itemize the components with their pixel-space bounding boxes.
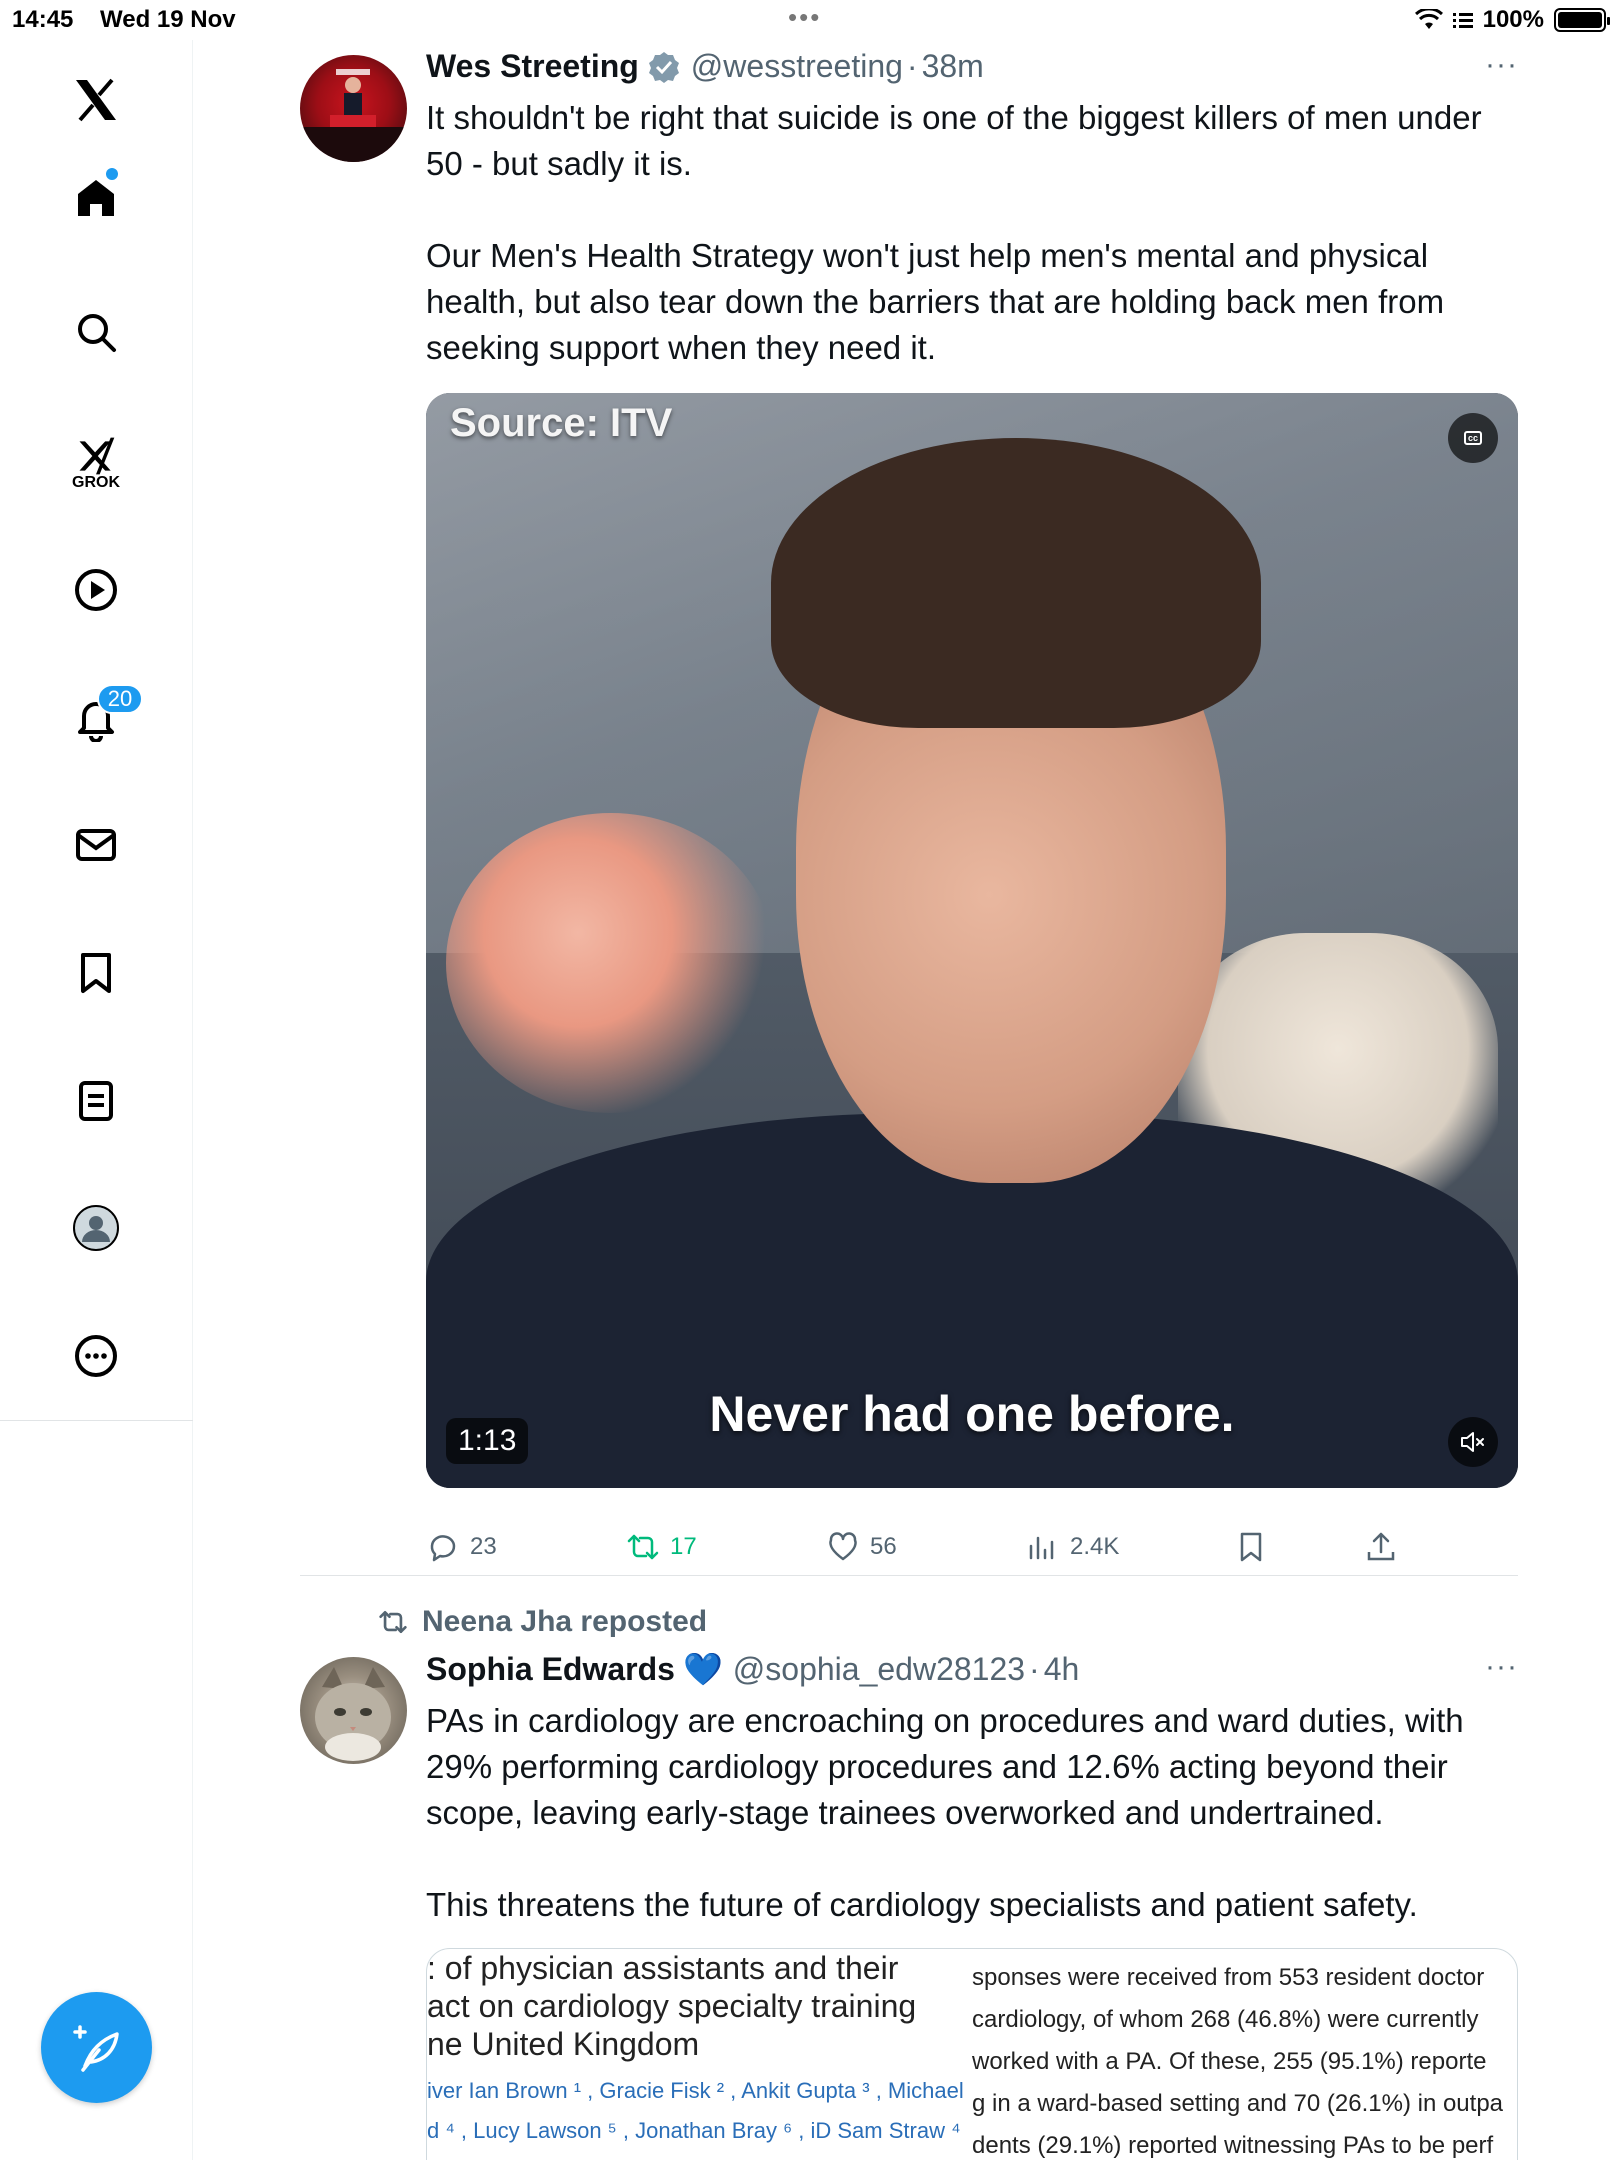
cc-icon: cc <box>1463 431 1482 445</box>
repost-button[interactable]: 17 <box>626 1530 697 1564</box>
sidebar-item-notifications[interactable]: 20 <box>56 678 143 758</box>
blue-heart-emoji: 💙 <box>682 1651 723 1687</box>
paper-abstract: sponses were received from 553 resident … <box>972 1964 1504 2159</box>
paper-image-left: : of physician assistants and their act … <box>427 1949 967 2160</box>
sidebar-nav: GROK 20 <box>0 40 193 2160</box>
sidebar-item-more[interactable] <box>56 1316 136 1396</box>
verified-badge-icon <box>648 51 679 83</box>
author-handle[interactable]: @wesstreeting <box>691 48 903 85</box>
reply-icon <box>430 1535 456 1562</box>
grok-label: GROK <box>72 474 120 491</box>
grok-icon <box>79 437 115 475</box>
search-icon <box>78 314 116 352</box>
status-indicators: 100% <box>1414 6 1610 34</box>
list-icon <box>79 1081 113 1121</box>
sidebar-item-explore[interactable] <box>56 292 136 372</box>
avatar[interactable] <box>300 55 407 162</box>
tweet-body: PAs in cardiology are encroaching on pro… <box>426 1702 1464 1923</box>
sidebar-item-grok[interactable]: GROK <box>56 423 136 503</box>
closed-captions-button[interactable]: cc <box>1448 413 1498 463</box>
status-date: Wed 19 Nov <box>100 6 236 33</box>
battery-percent: 100% <box>1482 6 1544 33</box>
heart-icon <box>829 1532 857 1561</box>
tweet-more-icon[interactable]: ··· <box>1485 1650 1518 1684</box>
tweet-text: PAs in cardiology are encroaching on pro… <box>426 1698 1518 1928</box>
play-icon <box>75 569 117 611</box>
video-scene-flowers <box>446 813 776 1113</box>
avatar[interactable] <box>300 1657 407 1764</box>
avatar-image <box>300 69 407 162</box>
repost-icon <box>627 1534 659 1560</box>
author-handle[interactable]: @sophia_edw28123 <box>733 1651 1025 1688</box>
separator-dot: · <box>1029 1650 1040 1687</box>
orientation-lock-icon <box>1452 13 1473 28</box>
sidebar-item-lists[interactable] <box>56 1061 136 1141</box>
avatar-cat-image <box>315 1667 391 1761</box>
author-name[interactable]: Sophia Edwards <box>426 1651 675 1688</box>
wifi-icon <box>1414 9 1443 29</box>
repost-count: 17 <box>670 1533 697 1560</box>
compose-feather-icon <box>72 2024 119 2072</box>
paper-image-right: sponses were received from 553 resident … <box>972 1949 1517 2160</box>
video-caption: Never had one before. <box>709 1386 1235 1442</box>
video-source-label: Source: ITV <box>450 401 673 445</box>
reply-button[interactable]: 23 <box>426 1530 497 1564</box>
sidebar-item-profile[interactable] <box>56 1188 136 1268</box>
mute-button[interactable] <box>1448 1417 1498 1467</box>
views-count: 2.4K <box>1070 1533 1120 1560</box>
sidebar-item-bookmarks[interactable] <box>56 933 136 1013</box>
views-button[interactable]: 2.4K <box>1026 1530 1119 1564</box>
home-icon <box>78 180 114 216</box>
sidebar-item-messages[interactable] <box>56 805 136 885</box>
image-attachment[interactable]: : of physician assistants and their act … <box>426 1948 1518 2160</box>
tweet-sophia-edwards[interactable]: Sophia Edwards 💙 @sophia_edw28123 · 4h ·… <box>300 1650 1518 2160</box>
video-duration: 1:13 <box>446 1418 529 1464</box>
status-time: 14:45 <box>12 6 74 33</box>
repost-icon <box>379 1610 407 1634</box>
bookmark-icon <box>81 953 111 993</box>
analytics-icon <box>1029 1536 1054 1560</box>
tweet-actions: 23 17 56 2.4K <box>426 1530 1518 1580</box>
x-logo[interactable] <box>56 60 136 140</box>
compose-button[interactable] <box>41 1992 152 2103</box>
separator-dot: · <box>906 48 918 84</box>
reply-count: 23 <box>470 1533 497 1560</box>
speaker-muted-icon <box>1461 1432 1484 1452</box>
tweet-text: It shouldn't be right that suicide is on… <box>426 95 1518 371</box>
tweet-body: It shouldn't be right that suicide is on… <box>426 99 1482 366</box>
more-circle-icon <box>75 1335 117 1377</box>
tweet-wes-streeting[interactable]: Wes Streeting @wesstreeting · 38m ··· It… <box>300 40 1518 1580</box>
profile-icon <box>73 1205 119 1251</box>
tweet-header: Wes Streeting @wesstreeting · 38m <box>426 48 984 85</box>
tweet-header: Sophia Edwards 💙 @sophia_edw28123 · 4h <box>426 1650 1079 1688</box>
tweet-divider <box>300 1575 1518 1576</box>
sidebar-divider <box>0 1420 193 1421</box>
bookmark-icon <box>1240 1532 1262 1562</box>
repost-context[interactable]: Neena Jha reposted <box>378 1605 707 1639</box>
sidebar-item-videos[interactable] <box>56 550 136 630</box>
author-name[interactable]: Wes Streeting <box>426 48 639 85</box>
tweet-time[interactable]: 38m <box>922 48 984 85</box>
sidebar-item-home[interactable] <box>56 158 136 238</box>
mail-icon <box>76 829 116 861</box>
status-bar: 14:45 Wed 19 Nov ••• 100% <box>0 0 1620 40</box>
battery-icon <box>1554 8 1610 32</box>
share-button[interactable] <box>1364 1530 1398 1564</box>
paper-title: : of physician assistants and their act … <box>427 1950 917 2062</box>
tweet-more-icon[interactable]: ··· <box>1485 48 1518 82</box>
like-count: 56 <box>870 1533 897 1560</box>
paper-authors: iver Ian Brown ¹ , Gracie Fisk ² , Ankit… <box>427 2078 964 2160</box>
video-person-hair <box>771 438 1261 728</box>
x-logo-icon <box>76 78 116 122</box>
reposted-by-label: Neena Jha reposted <box>422 1605 708 1638</box>
tweet-time[interactable]: 4h <box>1044 1651 1080 1688</box>
share-icon <box>1367 1532 1395 1561</box>
video-player[interactable]: Source: ITV cc Never had one before. 1:1… <box>426 393 1518 1488</box>
like-button[interactable]: 56 <box>826 1530 897 1564</box>
bookmark-button[interactable] <box>1234 1530 1268 1564</box>
multitasking-dots-icon[interactable]: ••• <box>788 2 821 33</box>
home-notification-dot <box>106 168 118 180</box>
notifications-badge: 20 <box>97 684 143 714</box>
